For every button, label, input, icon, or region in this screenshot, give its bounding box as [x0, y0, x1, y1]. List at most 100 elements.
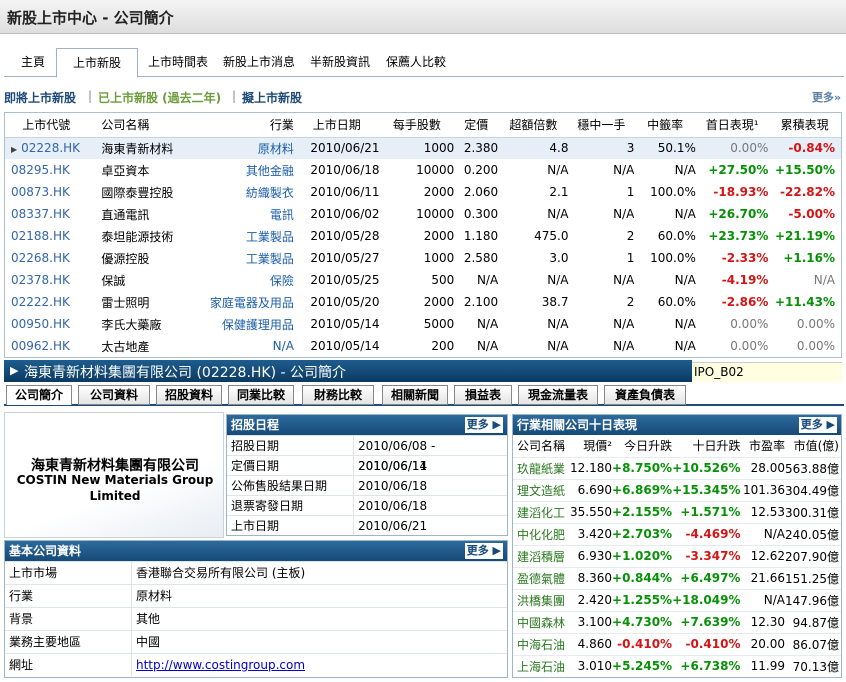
col-first-day[interactable]: 首日表現¹ — [695, 113, 769, 138]
first-day-perf: -2.33% — [721, 251, 769, 265]
cumulative-perf: -5.00% — [788, 207, 835, 221]
company-name[interactable]: 太古地產 — [87, 335, 197, 357]
lot-guarantee: 1 — [626, 251, 635, 265]
website-link[interactable]: http://www.costingroup.com — [131, 654, 305, 676]
tab-cash-flow[interactable]: 現金流量表 — [518, 385, 598, 405]
peer-name[interactable]: 理文造紙 — [513, 478, 569, 501]
col-industry[interactable]: 行業 — [197, 113, 294, 138]
lot-guarantee: 2 — [626, 295, 635, 309]
tab-company-profile[interactable]: 公司簡介 — [6, 385, 72, 405]
peer-row[interactable]: 玖龍紙業 12.180 +8.750% +10.526% 28.00 563.88億 — [513, 456, 841, 479]
stock-code[interactable]: 02222.HK — [5, 291, 87, 313]
col-ratio[interactable]: 中籤率 — [634, 113, 696, 138]
peer-row[interactable]: 中化化肥 3.420 +2.703% -4.469% N/A 240.05億 — [513, 522, 841, 545]
col-cumulative[interactable]: 累積表現 — [768, 113, 841, 138]
company-name[interactable]: 國際泰豐控股 — [87, 181, 197, 203]
peer-mktcap: 86.07億 — [784, 632, 841, 655]
peer-name[interactable]: 中化化肥 — [513, 522, 569, 545]
allotment-ratio: N/A — [674, 163, 696, 177]
stock-code[interactable]: 00873.HK — [5, 181, 87, 203]
peer-row[interactable]: 中國森林 3.100 +4.730% +7.639% 12.30 94.87億 — [513, 610, 841, 633]
tab-financial-compare[interactable]: 財務比較 — [302, 385, 374, 405]
peer-name[interactable]: 建滔積層 — [513, 544, 569, 567]
peer-row[interactable]: 上海石油 3.010 +5.245% +6.738% 11.99 70.13億 — [513, 654, 841, 677]
peer-row[interactable]: 理文造紙 6.690 +6.869% +15.345% 101.36 304.49億 — [513, 478, 841, 501]
table-row[interactable]: 02188.HK 泰坦能源技術 工業製品 2010/05/28 2000 1.180 475… — [5, 225, 841, 247]
table-row[interactable]: ▶ 02228.HK 海東青新材料 原材料 2010/06/21 1000 2.380 4.8… — [5, 137, 841, 159]
upcoming-ipos-link[interactable]: 即將上市新股 — [4, 89, 76, 106]
allotment-ratio: N/A — [674, 207, 696, 221]
table-row[interactable]: 08295.HK 卓亞資本 其他金融 2010/06/18 10000 0.200 N/A N… — [5, 159, 841, 181]
table-row[interactable]: 00950.HK 李氏大藥廠 保健護理用品 2010/05/14 5000 N/A N/A N… — [5, 313, 841, 335]
company-name[interactable]: 卓亞資本 — [87, 159, 197, 181]
table-row[interactable]: 02222.HK 雷士照明 家庭電器及用品 2010/05/20 2000 2.100 38… — [5, 291, 841, 313]
peer-row[interactable]: 洪橋集團 2.420 +1.255% +18.049% N/A 147.96億 — [513, 588, 841, 611]
price: 0.300 — [463, 207, 499, 221]
peer-name[interactable]: 盈德氣體 — [513, 566, 569, 589]
table-row[interactable]: 02268.HK 優源控股 工業製品 2010/05/27 1000 2.580 3.0 1 1… — [5, 247, 841, 269]
peer-row[interactable]: 建滔積層 6.930 +1.020% -3.347% 12.62 207.90億 — [513, 544, 841, 567]
peer-name[interactable]: 中國森林 — [513, 610, 569, 633]
col-lot-guarantee[interactable]: 穩中一手 — [568, 113, 635, 138]
col-oversub[interactable]: 超額倍數 — [498, 113, 569, 138]
peer-row[interactable]: 盈德氣體 8.360 +0.844% +6.497% 21.66 151.25億 — [513, 566, 841, 589]
peer-row[interactable]: 建滔化工 35.550 +2.155% +1.571% 12.53 300.31億 — [513, 500, 841, 523]
stock-code[interactable]: ▶ 02228.HK — [5, 137, 88, 159]
col-peer-price: 現價² — [583, 439, 613, 454]
ipo-schedule-more[interactable]: 更多 ▶ — [464, 417, 503, 433]
peer-name[interactable]: 中海石油 — [513, 632, 569, 655]
stock-code[interactable]: 02378.HK — [5, 269, 87, 291]
peer-today: +4.730% — [612, 610, 673, 633]
peer-row[interactable]: 中海石油 4.860 -0.410% -0.410% 20.00 86.07億 — [513, 632, 841, 655]
tab-ipo-news[interactable]: 新股上市消息 — [216, 48, 302, 77]
peer-name[interactable]: 上海石油 — [513, 654, 569, 677]
company-name[interactable]: 海東青新材料 — [87, 137, 198, 159]
company-name[interactable]: 保誠 — [87, 269, 197, 291]
tab-related-news[interactable]: 相關新聞 — [382, 385, 448, 405]
col-lot[interactable]: 每手股數 — [379, 113, 455, 138]
peers-more[interactable]: 更多 ▶ — [798, 417, 837, 433]
stock-code[interactable]: 02268.HK — [5, 247, 87, 269]
proposed-ipos-link[interactable]: 擬上市新股 — [242, 89, 302, 106]
col-price[interactable]: 定價 — [454, 113, 499, 138]
tab-listed-ipos[interactable]: 上市新股 — [56, 48, 138, 78]
col-code[interactable]: 上市代號 — [5, 113, 88, 138]
tab-company-info[interactable]: 公司資料 — [78, 385, 150, 405]
col-date[interactable]: 上市日期 — [293, 113, 380, 138]
tab-home[interactable]: 主頁 — [10, 48, 56, 77]
col-peer-name: 公司名稱 — [517, 439, 566, 454]
table-row[interactable]: 00962.HK 太古地產 N/A 2010/05/14 200 N/A N/A N/A N/A… — [5, 335, 841, 357]
tab-balance-sheet[interactable]: 資產負債表 — [604, 385, 686, 405]
stock-code[interactable]: 02188.HK — [5, 225, 87, 247]
basic-info-more[interactable]: 更多 ▶ — [464, 543, 503, 559]
peer-tenday: -3.347% — [672, 544, 741, 567]
stock-code[interactable]: 08337.HK — [5, 203, 87, 225]
stock-code[interactable]: 00950.HK — [5, 313, 87, 335]
tab-peer-compare[interactable]: 同業比較 — [228, 385, 294, 405]
peer-name[interactable]: 建滔化工 — [513, 500, 569, 523]
peer-name[interactable]: 玖龍紙業 — [513, 456, 569, 479]
tab-sponsor-compare[interactable]: 保薦人比較 — [378, 48, 454, 77]
stock-code[interactable]: 00962.HK — [5, 335, 87, 357]
tab-semi-new[interactable]: 半新股資訊 — [302, 48, 378, 77]
company-name[interactable]: 李氏大藥廠 — [87, 313, 197, 335]
tab-income-statement[interactable]: 損益表 — [454, 385, 512, 405]
table-row[interactable]: 02378.HK 保誠 保險 2010/05/25 500 N/A N/A N/A N/A -4.… — [5, 269, 841, 291]
tab-ipo-info[interactable]: 招股資料 — [156, 385, 222, 405]
col-name[interactable]: 公司名稱 — [87, 113, 198, 138]
oversubscription: 475.0 — [534, 229, 569, 243]
company-name[interactable]: 泰坦能源技術 — [87, 225, 197, 247]
peer-today: +2.703% — [612, 522, 673, 545]
industry: 保險 — [269, 273, 294, 288]
allotment-ratio: 100.0% — [650, 251, 696, 265]
listed-ipos-link[interactable]: 已上市新股 (過去二年) — [98, 89, 221, 106]
company-name[interactable]: 雷士照明 — [87, 291, 197, 313]
table-row[interactable]: 08337.HK 直通電訊 電訊 2010/06/02 10000 0.300 N/A N/A… — [5, 203, 841, 225]
tab-schedule[interactable]: 上市時間表 — [140, 48, 216, 77]
company-name[interactable]: 直通電訊 — [87, 203, 197, 225]
peer-name[interactable]: 洪橋集團 — [513, 588, 569, 611]
table-row[interactable]: 00873.HK 國際泰豐控股 紡織製衣 2010/06/11 2000 2.060 2.1… — [5, 181, 841, 203]
more-link[interactable]: 更多» — [812, 89, 841, 105]
company-name[interactable]: 優源控股 — [87, 247, 197, 269]
stock-code[interactable]: 08295.HK — [5, 159, 87, 181]
